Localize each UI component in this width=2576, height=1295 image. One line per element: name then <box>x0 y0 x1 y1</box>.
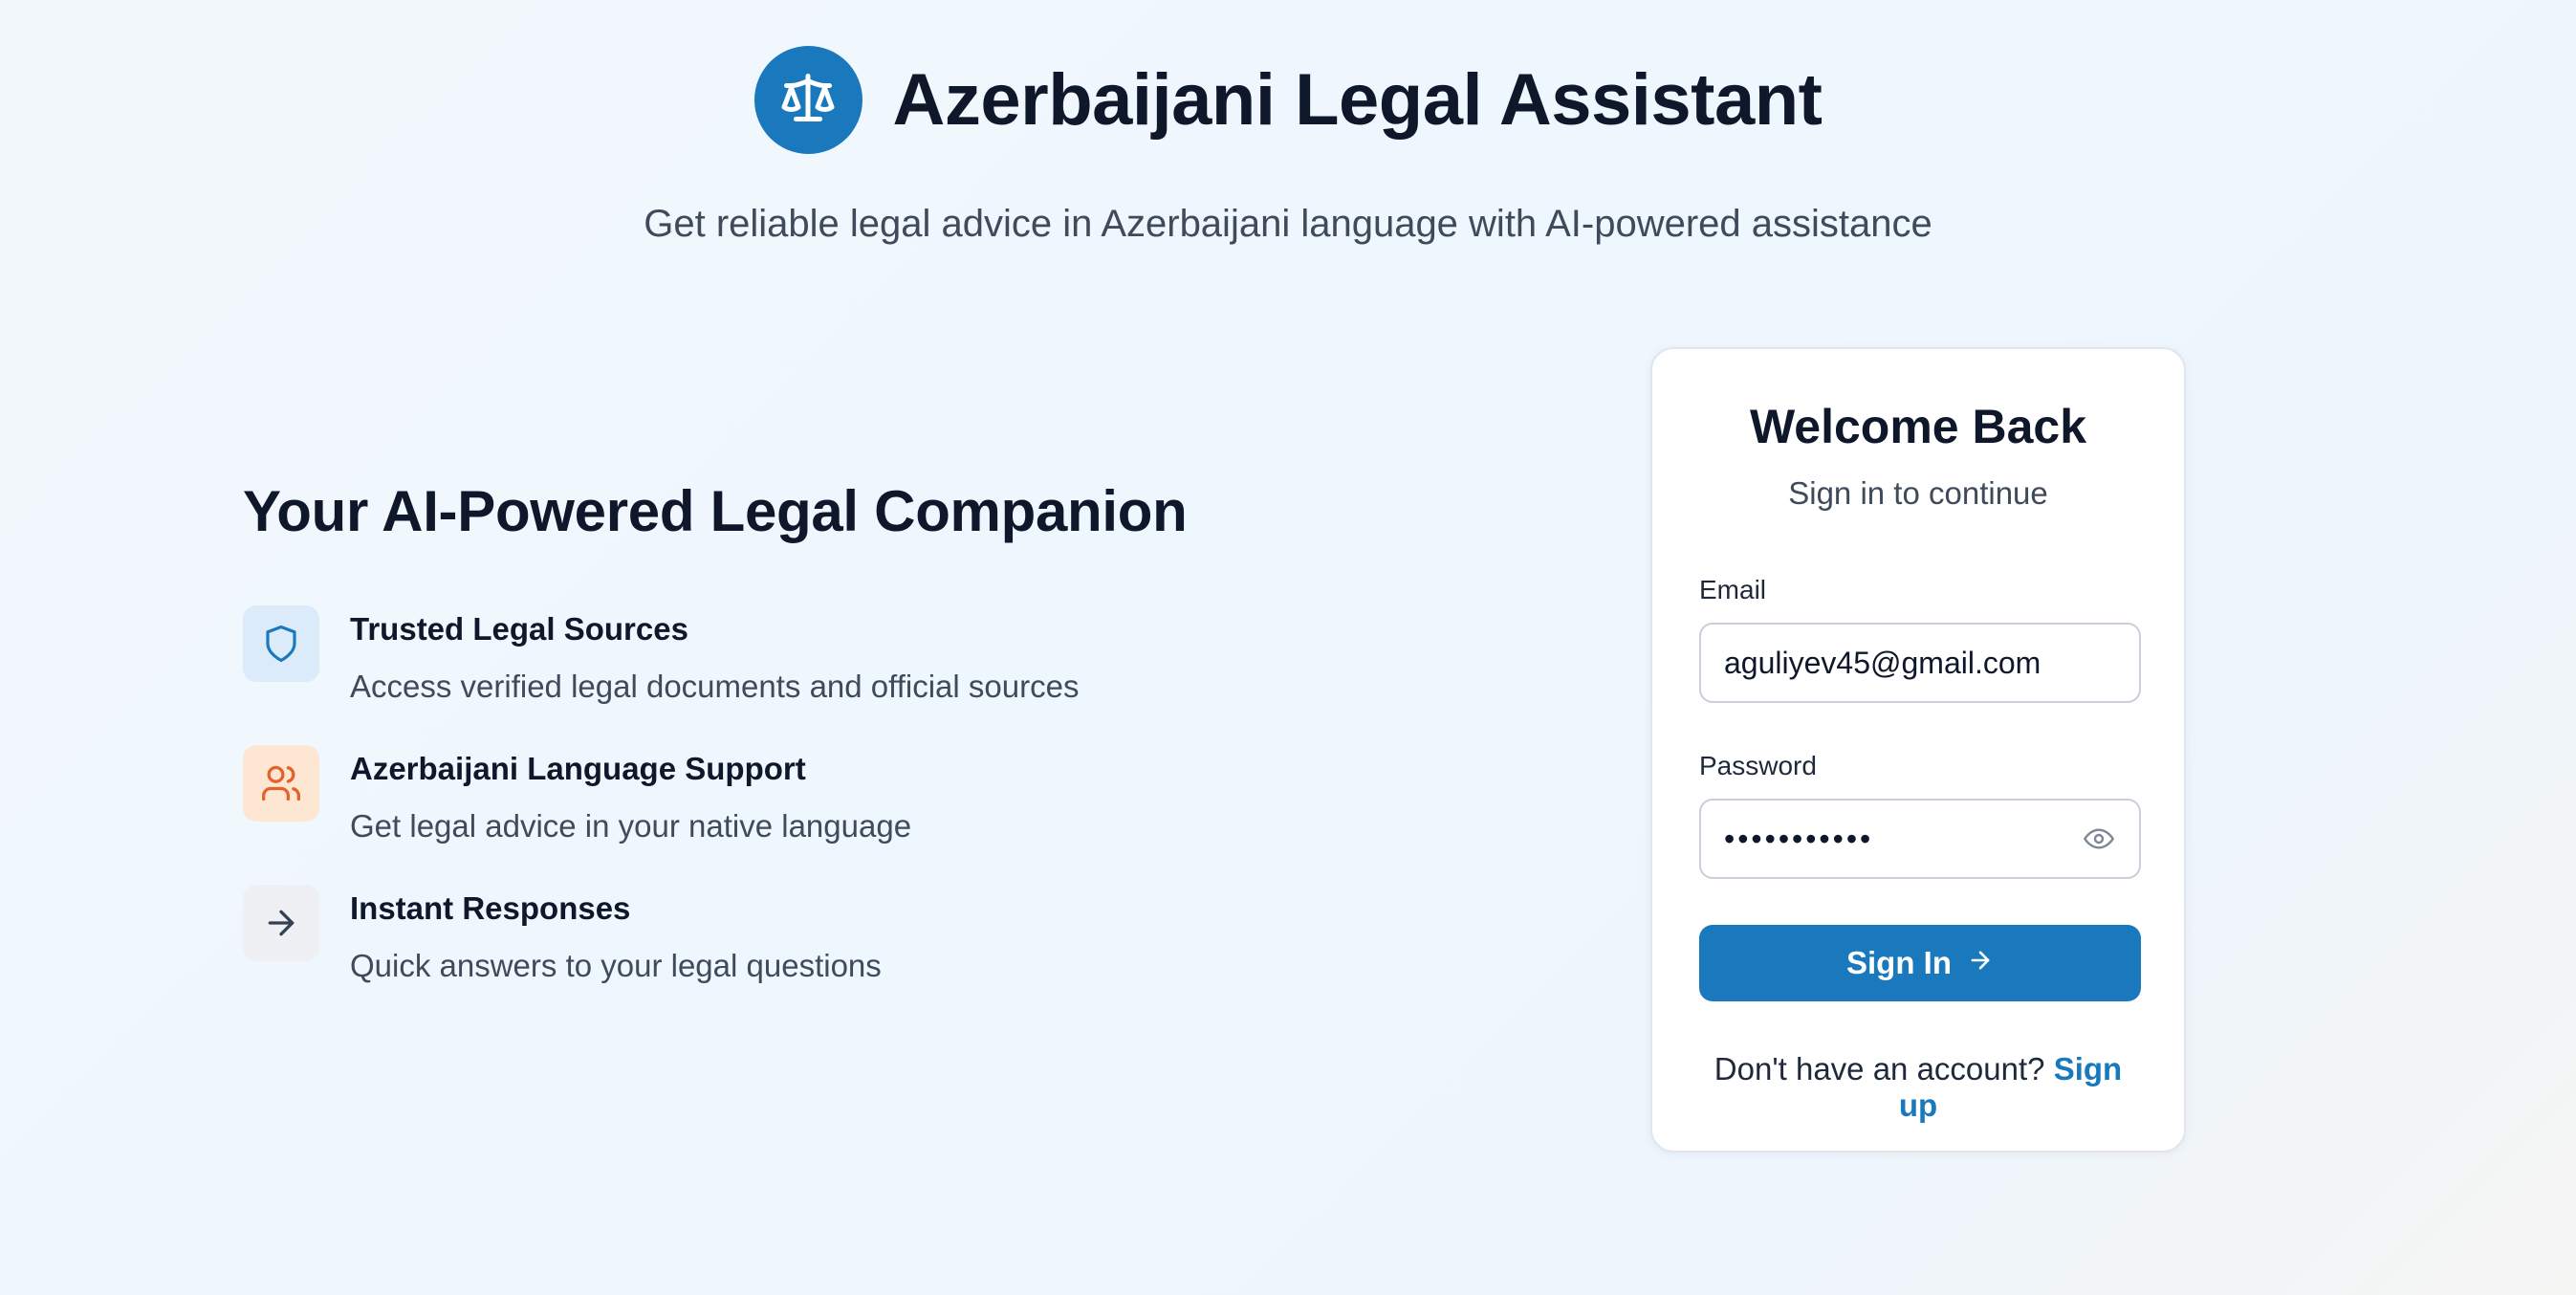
password-field[interactable]: ••••••••••• <box>1699 799 2141 879</box>
features-section: Your AI-Powered Legal Companion Trusted … <box>243 478 1486 1024</box>
signup-row: Don't have an account? Sign up <box>1699 1051 2137 1124</box>
sign-in-label: Sign In <box>1846 945 1952 980</box>
shield-icon <box>243 605 319 682</box>
page-header: Azerbaijani Legal Assistant <box>0 46 2576 154</box>
users-icon <box>243 745 319 822</box>
feature-title: Azerbaijani Language Support <box>350 751 806 786</box>
features-heading: Your AI-Powered Legal Companion <box>243 479 1188 543</box>
email-value: aguliyev45@gmail.com <box>1724 645 2041 680</box>
password-label: Password <box>1699 751 1817 780</box>
login-title: Welcome Back <box>1749 400 2087 453</box>
password-value: ••••••••••• <box>1724 821 1874 856</box>
email-label: Email <box>1699 575 1767 604</box>
feature-description: Access verified legal documents and offi… <box>350 669 1080 704</box>
app-logo <box>753 46 862 154</box>
eye-icon[interactable] <box>2084 823 2116 855</box>
app-title: Azerbaijani Legal Assistant <box>892 59 1823 141</box>
login-subtitle: Sign in to continue <box>1788 475 2048 511</box>
login-card: Welcome Back Sign in to continue Email a… <box>1650 347 2186 1152</box>
feature-title: Instant Responses <box>350 890 631 926</box>
app-subtitle: Get reliable legal advice in Azerbaijani… <box>644 203 1932 245</box>
scales-of-justice-icon <box>779 69 837 131</box>
feature-item: Instant Responses Quick answers to your … <box>243 885 1486 984</box>
feature-description: Quick answers to your legal questions <box>350 948 882 983</box>
sign-in-button[interactable]: Sign In <box>1699 925 2141 1001</box>
feature-item: Azerbaijani Language Support Get legal a… <box>243 745 1486 845</box>
feature-item: Trusted Legal Sources Access verified le… <box>243 605 1486 705</box>
feature-title: Trusted Legal Sources <box>350 611 688 647</box>
arrow-right-icon <box>243 885 319 961</box>
arrow-right-icon <box>1967 945 1994 981</box>
signup-prompt: Don't have an account? <box>1714 1051 2045 1086</box>
email-field[interactable]: aguliyev45@gmail.com <box>1699 623 2141 703</box>
feature-description: Get legal advice in your native language <box>350 808 912 844</box>
